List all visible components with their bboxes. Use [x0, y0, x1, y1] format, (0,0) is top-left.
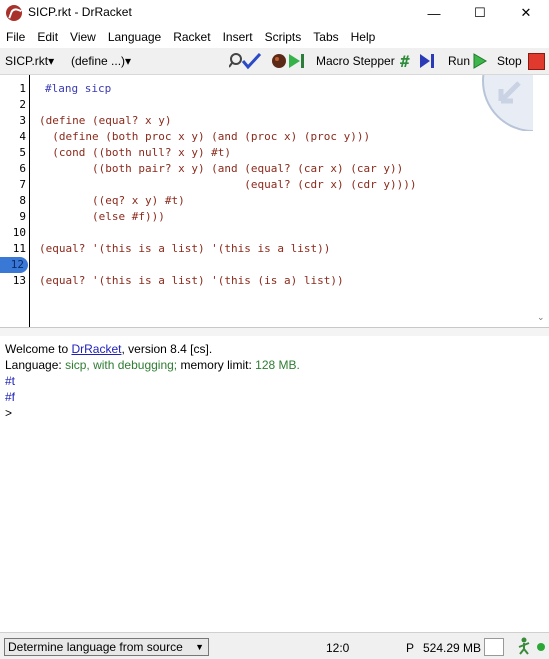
check-syntax-icon[interactable] — [229, 52, 263, 70]
line-number: 8 — [19, 194, 26, 207]
definitions-editor[interactable]: 1 2 3 4 5 6 7 8 9 10 11 12 13 #lang sicp… — [0, 75, 549, 327]
line-number: 7 — [19, 178, 26, 191]
line-number: 5 — [19, 146, 26, 159]
minimize-button[interactable]: — — [411, 0, 457, 26]
memory-usage: 524.29 MB — [423, 641, 482, 655]
welcome-line: Welcome to DrRacket, version 8.4 [cs]. — [5, 341, 212, 357]
code-line: ((eq? x y) #t) — [39, 194, 185, 207]
cursor-position: 12:0 — [326, 641, 350, 655]
toolbar: SICP.rkt▾ (define ...)▾ Macro Stepper # … — [0, 48, 549, 75]
language-select[interactable]: Determine language from source ▼ — [4, 638, 209, 656]
code-line: #lang sicp — [45, 82, 112, 95]
repl-output: #f — [5, 390, 16, 404]
menu-file[interactable]: File — [0, 27, 31, 47]
memory-prefix: memory limit: — [177, 358, 256, 372]
p-indicator: P — [406, 641, 415, 655]
line-number: 13 — [12, 274, 26, 287]
run-label[interactable]: Run — [448, 53, 470, 69]
repl-prompt[interactable]: > — [5, 405, 12, 421]
editor-scrollbar[interactable]: ⌄ — [533, 75, 549, 327]
code-line: (else #f))) — [39, 210, 165, 223]
code-line: (equal? '(this is a list) '(this (is a) … — [39, 274, 344, 287]
file-dropdown[interactable]: SICP.rkt▾ — [5, 53, 54, 69]
code-line: (equal? '(this is a list) '(this is a li… — [39, 242, 331, 255]
drracket-logo-icon — [6, 5, 22, 21]
interactions-pane[interactable]: Welcome to DrRacket, version 8.4 [cs]. L… — [0, 336, 549, 630]
line-number-gutter: 1 2 3 4 5 6 7 8 9 10 11 12 13 — [0, 75, 30, 327]
drracket-link[interactable]: DrRacket — [71, 342, 121, 356]
line-number: 1 — [19, 82, 26, 95]
language-line: Language: sicp, with debugging; memory l… — [5, 357, 300, 373]
close-button[interactable]: ✕ — [503, 0, 549, 26]
repl-output: #t — [5, 374, 16, 388]
menu-help[interactable]: Help — [345, 27, 382, 47]
code-line: (define (both proc x y) (and (proc x) (p… — [39, 130, 371, 143]
welcome-suffix: , version 8.4 [cs]. — [121, 342, 213, 356]
language-prefix: Language: — [5, 358, 66, 372]
maximize-button[interactable]: ☐ — [457, 0, 503, 26]
stop-label[interactable]: Stop — [497, 53, 522, 69]
line-number: 10 — [12, 226, 26, 239]
define-dropdown[interactable]: (define ...)▾ — [71, 53, 131, 69]
line-number: 9 — [19, 210, 26, 223]
macro-stepper-label[interactable]: Macro Stepper — [316, 53, 395, 69]
debug-icon[interactable] — [271, 52, 307, 70]
title-bar: SICP.rkt - DrRacket — ☐ ✕ — [0, 0, 549, 26]
menu-bar: File Edit View Language Racket Insert Sc… — [0, 27, 549, 47]
memory-value: 128 MB. — [255, 358, 300, 372]
menu-insert[interactable]: Insert — [217, 27, 259, 47]
svg-text:#: # — [400, 52, 410, 70]
language-select-label: Determine language from source — [8, 640, 183, 654]
line-number: 3 — [19, 114, 26, 127]
menu-racket[interactable]: Racket — [167, 27, 216, 47]
menu-edit[interactable]: Edit — [31, 27, 64, 47]
stop-icon[interactable] — [528, 53, 545, 70]
code-line: (equal? (cdr x) (cdr y)))) — [39, 178, 417, 191]
code-line: (define (equal? x y) — [39, 114, 172, 127]
status-bar: Determine language from source ▼ 12:0 P … — [0, 632, 549, 659]
chevron-down-icon: ▼ — [195, 642, 204, 652]
code-line: ((both pair? x y) (and (equal? (car x) (… — [39, 162, 404, 175]
macro-stepper-icon[interactable]: # — [400, 52, 438, 70]
language-value: sicp, with debugging; — [65, 358, 178, 372]
current-line-number: 12 — [0, 257, 28, 273]
memory-indicator-box[interactable] — [484, 638, 504, 656]
run-icon[interactable] — [473, 53, 487, 69]
code-line: (cond ((both null? x y) #t) — [39, 146, 232, 159]
welcome-prefix: Welcome to — [5, 342, 72, 356]
line-number: 2 — [19, 98, 26, 111]
menu-tabs[interactable]: Tabs — [307, 27, 344, 47]
language-badge-icon — [482, 75, 533, 131]
menu-language[interactable]: Language — [102, 27, 167, 47]
menu-view[interactable]: View — [64, 27, 102, 47]
running-indicator-icon — [518, 637, 545, 655]
line-number: 11 — [12, 242, 26, 255]
line-number: 6 — [19, 162, 26, 175]
line-number: 4 — [19, 130, 26, 143]
scroll-down-icon[interactable]: ⌄ — [537, 312, 545, 323]
window-title: SICP.rkt - DrRacket — [28, 5, 132, 19]
menu-scripts[interactable]: Scripts — [259, 27, 308, 47]
